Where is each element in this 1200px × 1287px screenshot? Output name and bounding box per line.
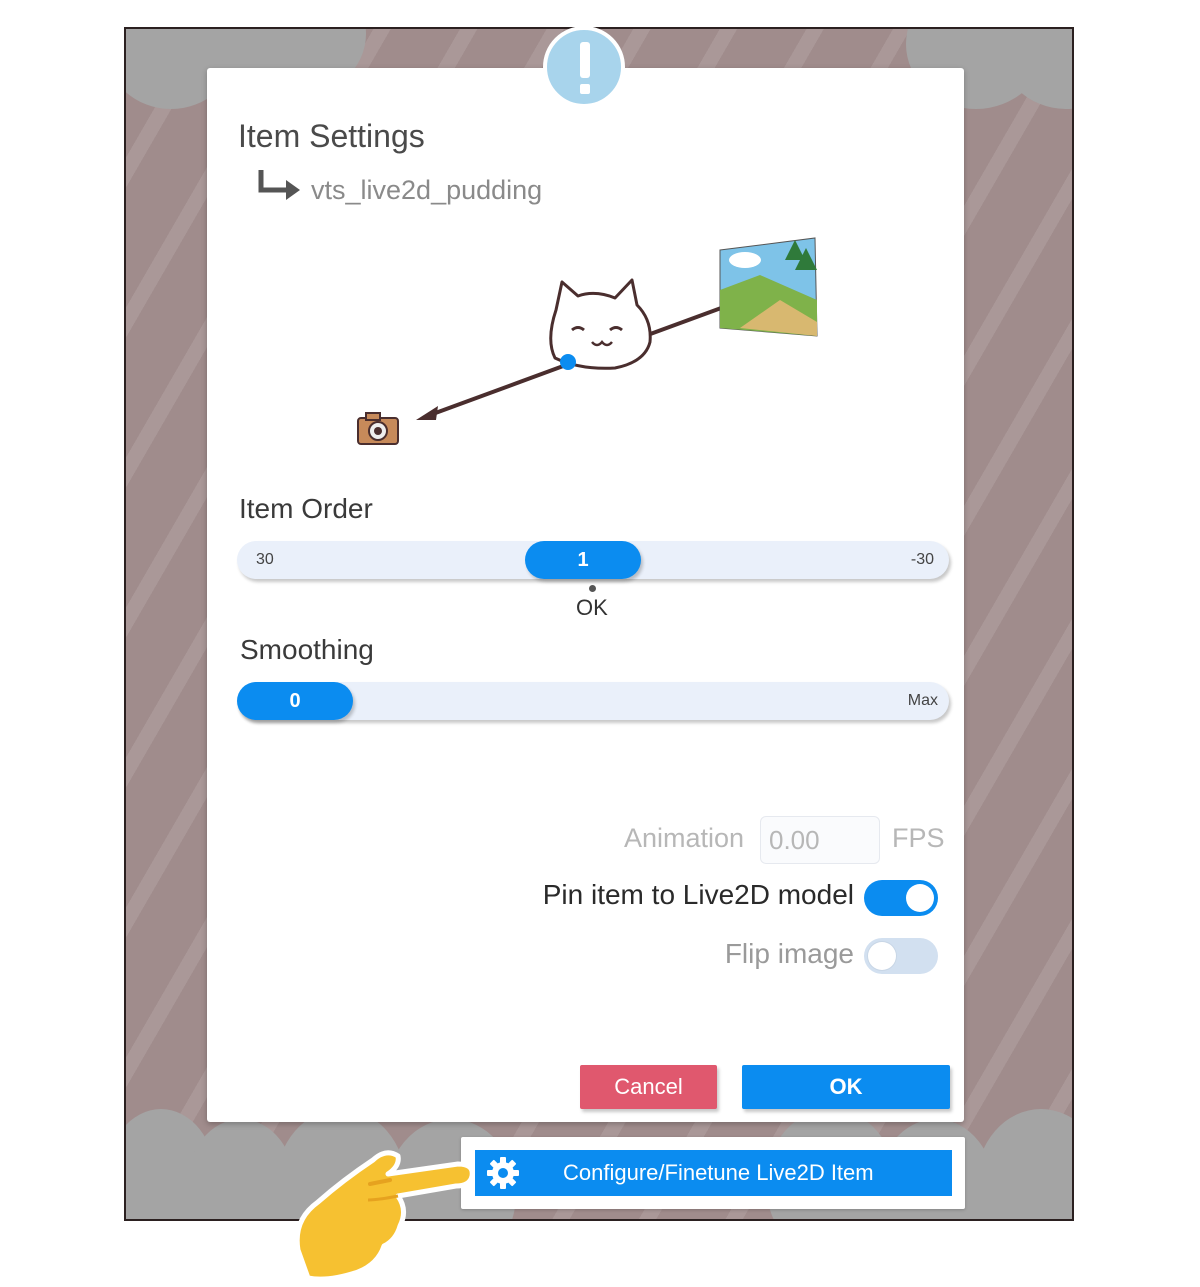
camera-icon <box>357 412 399 445</box>
item-layer-illustration <box>357 237 818 445</box>
smoothing-knob[interactable]: 0 <box>237 682 353 720</box>
item-order-label: Item Order <box>239 493 373 524</box>
animation-fps-input[interactable] <box>760 816 880 864</box>
item-order-max: -30 <box>910 551 934 568</box>
pin-item-toggle[interactable] <box>864 880 938 916</box>
pointing-hand-icon <box>294 1150 475 1282</box>
ok-button[interactable]: OK <box>742 1065 950 1109</box>
pin-item-label: Pin item to Live2D model <box>542 879 854 910</box>
cancel-button[interactable]: Cancel <box>580 1065 717 1109</box>
exclamation-icon <box>543 26 625 108</box>
dialog-title: Item Settings <box>238 118 425 154</box>
gear-icon <box>487 1157 519 1189</box>
item-order-min: 30 <box>256 551 274 568</box>
item-order-tick-label: OK <box>576 595 608 620</box>
item-name: vts_live2d_pudding <box>311 175 543 205</box>
flip-image-label: Flip image <box>724 938 854 969</box>
animation-label: Animation <box>624 823 745 853</box>
item-order-slider[interactable]: 30 -30 1 <box>237 541 949 579</box>
fps-unit-label: FPS <box>892 823 945 853</box>
smoothing-max: Max <box>907 692 938 709</box>
landscape-picture-icon <box>719 237 818 337</box>
configure-button-label: Configure/Finetune Live2D Item <box>563 1160 874 1185</box>
configure-finetune-button[interactable]: Configure/Finetune Live2D Item <box>475 1150 952 1196</box>
return-arrow-icon <box>258 170 300 200</box>
item-order-knob[interactable]: 1 <box>525 541 641 579</box>
smoothing-slider[interactable]: Max 0 <box>237 682 949 720</box>
item-order-tick <box>589 585 596 592</box>
smoothing-label: Smoothing <box>240 634 374 665</box>
flip-image-toggle[interactable] <box>864 938 938 974</box>
